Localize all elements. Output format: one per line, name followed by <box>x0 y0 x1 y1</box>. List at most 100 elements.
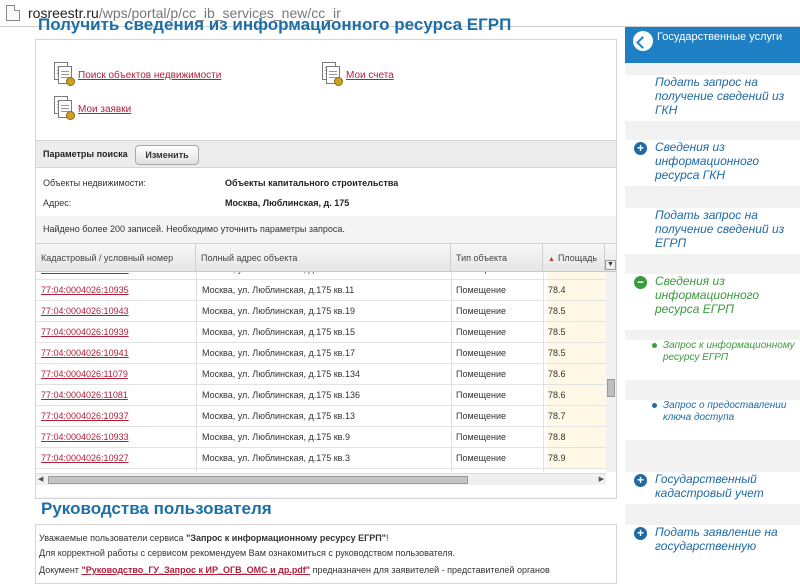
documents-icon <box>54 62 75 88</box>
documents-icon <box>322 62 343 88</box>
field-label-address: Адрес: <box>43 198 72 208</box>
scroll-right-icon[interactable]: ▶ <box>599 475 604 483</box>
type-cell: Помещение <box>456 432 506 442</box>
field-value-objects: Объекты капитального строительства <box>225 178 399 188</box>
table-row[interactable]: 77:04:0004026:10941 Москва, ул. Люблинска… <box>36 343 606 364</box>
service-panel: Поиск объектов недвижимости Мои счета Мо… <box>35 39 617 499</box>
field-value-address: Москва, Люблинская, д. 175 <box>225 198 350 208</box>
area-cell: 78.6 <box>547 385 606 405</box>
area-cell: 78.8 <box>547 427 606 447</box>
search-objects-label: Поиск объектов недвижимости <box>78 69 222 81</box>
sort-asc-icon: ▲ <box>548 256 555 263</box>
my-requests-link[interactable]: Мои заявки <box>54 96 131 122</box>
sidebar-item-application[interactable]: + Подать заявление на государственную <box>625 525 800 572</box>
my-accounts-label: Мои счета <box>346 69 394 81</box>
horizontal-scrollbar[interactable]: ◀ ▶ <box>36 473 606 485</box>
cadastral-number-link[interactable]: 77:04:0004026:10927 <box>41 448 129 468</box>
page-icon <box>6 5 20 21</box>
address-cell: Москва, ул. Люблинская, д.175 кв.17 <box>202 348 355 358</box>
address-cell: Москва, ул. Люблинская, д.175 кв.11 <box>202 285 355 295</box>
bullet-icon <box>652 403 657 408</box>
cadastral-number-link[interactable]: 77:04:0004026:10933 <box>41 427 129 447</box>
cadastral-number-link[interactable]: 77:04:0004026:10943 <box>41 301 129 321</box>
address-cell: Москва, ул. Люблинская, д.175 кв.9 <box>202 432 350 442</box>
sidebar-header-services[interactable]: Государственные услуги <box>625 27 800 63</box>
type-cell: Помещение <box>456 390 506 400</box>
table-row[interactable]: 77:04:0004026:11081 Москва, ул. Люблинска… <box>36 385 606 406</box>
table-row[interactable]: 77:04:0004026:10943 Москва, ул. Люблинска… <box>36 301 606 322</box>
cadastral-number-link[interactable]: 77:04:0004026:11079 <box>41 364 128 384</box>
chevron-left-icon <box>633 31 653 51</box>
guide-box: Уважаемые пользователи сервиса "Запрос к… <box>35 524 617 584</box>
type-cell: Помещение <box>456 348 506 358</box>
table-header: Кадастровый / условный номер Полный адре… <box>36 244 616 272</box>
table-row[interactable]: 77:04:0004026:10927 Москва, ул. Люблинска… <box>36 448 606 469</box>
table-row[interactable]: 77:04:0004026:10935 Москва, ул. Люблинска… <box>36 280 606 301</box>
address-cell: Москва, ул. Люблинская, д.175 кв.13 <box>202 411 355 421</box>
vertical-scrollbar[interactable] <box>606 272 616 472</box>
scroll-thumb[interactable] <box>607 379 615 397</box>
address-cell: Москва, ул. Люблинская, д.175 кв.134 <box>202 369 360 379</box>
guide-line-2: Для корректной работы с сервисом рекомен… <box>39 548 456 558</box>
sidebar-item-request-gkn[interactable]: Подать запрос на получение сведений из Г… <box>625 75 800 121</box>
sidebar-item-info-egrp[interactable]: − Сведения из информационного ресурса ЕГР… <box>625 274 800 330</box>
column-header-address[interactable]: Полный адрес объекта <box>196 244 451 272</box>
main-content: Получить сведения из информационного рес… <box>0 15 625 584</box>
my-requests-label: Мои заявки <box>78 103 132 115</box>
table-row[interactable]: 77:04:0004026:10933 Москва, ул. Люблинска… <box>36 427 606 448</box>
cadastral-number-link[interactable]: 77:04:0004026:11081 <box>41 385 128 405</box>
type-cell: Помещение <box>456 369 506 379</box>
sidebar-item-cadastral[interactable]: + Государственный кадастровый учет <box>625 472 800 504</box>
table-body: 77:04:0004026:10945 Москва, ул. Люблинска… <box>36 272 606 472</box>
area-cell: 78.4 <box>547 272 606 279</box>
cadastral-number-link[interactable]: 77:04:0004026:10941 <box>41 343 129 363</box>
table-row[interactable]: 77:04:0004026:10939 Москва, ул. Люблинска… <box>36 322 606 343</box>
results-notice: Найдено более 200 записей. Необходимо ут… <box>43 224 345 234</box>
field-label-objects: Объекты недвижимости: <box>43 178 146 188</box>
table-row[interactable]: 77:04:0004026:10945 Москва, ул. Люблинска… <box>36 272 606 280</box>
documents-icon <box>54 96 75 122</box>
area-cell: 78.4 <box>547 280 606 300</box>
change-params-button[interactable]: Изменить <box>135 145 199 165</box>
column-header-cadastral[interactable]: Кадастровый / условный номер <box>36 244 196 272</box>
cadastral-number-link[interactable]: 77:04:0004026:10937 <box>41 406 129 426</box>
sidebar-item-info-gkn[interactable]: + Сведения из информационного ресурса ГКН <box>625 140 800 186</box>
area-cell: 78.5 <box>547 322 606 342</box>
sidebar-subitem-egrp-request[interactable]: Запрос к информационному ресурсу ЕГРП <box>625 340 800 380</box>
page-title: Получить сведения из информационного рес… <box>38 15 512 34</box>
address-cell: Москва, ул. Люблинская, д.175 кв.3 <box>202 453 350 463</box>
address-cell: Москва, ул. Люблинская, д.175 кв.19 <box>202 306 355 316</box>
address-cell: Москва, ул. Люблинская, д.175 кв.15 <box>202 327 355 337</box>
scroll-left-icon[interactable]: ◀ <box>38 475 43 483</box>
type-cell: Помещение <box>456 411 506 421</box>
guide-title: Руководства пользователя <box>41 499 272 518</box>
plus-icon: + <box>634 142 647 155</box>
search-objects-link[interactable]: Поиск объектов недвижимости <box>54 62 221 88</box>
area-cell: 78.5 <box>547 343 606 363</box>
area-cell: 78.9 <box>547 448 606 468</box>
chevron-down-icon[interactable]: ▼ <box>605 260 616 270</box>
cadastral-number-link[interactable]: 77:04:0004026:10945 <box>41 272 129 279</box>
guide-document-link[interactable]: "Руководство_ГУ_Запрос к ИР_ОГВ_ОМС и др… <box>81 565 310 575</box>
type-cell: Помещение <box>456 285 506 295</box>
cadastral-number-link[interactable]: 77:04:0004026:10939 <box>41 322 129 342</box>
table-row[interactable]: 77:04:0004026:11079 Москва, ул. Люблинска… <box>36 364 606 385</box>
sidebar-subitem-access-key[interactable]: Запрос о предоставлении ключа доступа <box>625 400 800 440</box>
search-fields: Объекты недвижимости: Объекты капитально… <box>36 168 616 216</box>
search-params-label: Параметры поиска <box>43 149 128 159</box>
my-accounts-link[interactable]: Мои счета <box>322 62 394 88</box>
area-cell: 78.7 <box>547 406 606 426</box>
column-header-area[interactable]: ▲ Площадь <box>543 244 605 272</box>
area-cell: 78.5 <box>547 301 606 321</box>
table-row[interactable]: 77:04:0004026:10937 Москва, ул. Люблинска… <box>36 406 606 427</box>
scroll-thumb[interactable] <box>48 476 468 484</box>
column-header-type[interactable]: Тип объекта <box>451 244 543 272</box>
quick-links: Поиск объектов недвижимости Мои счета Мо… <box>36 40 616 140</box>
sidebar-item-request-egrp[interactable]: Подать запрос на получение сведений из Е… <box>625 208 800 254</box>
results-table: Кадастровый / условный номер Полный адре… <box>36 243 616 497</box>
cadastral-number-link[interactable]: 77:04:0004026:10935 <box>41 280 129 300</box>
type-cell: Помещение <box>456 327 506 337</box>
minus-icon: − <box>634 276 647 289</box>
type-cell: Помещение <box>456 306 506 316</box>
sidebar: Государственные услуги Подать запрос на … <box>625 27 800 572</box>
